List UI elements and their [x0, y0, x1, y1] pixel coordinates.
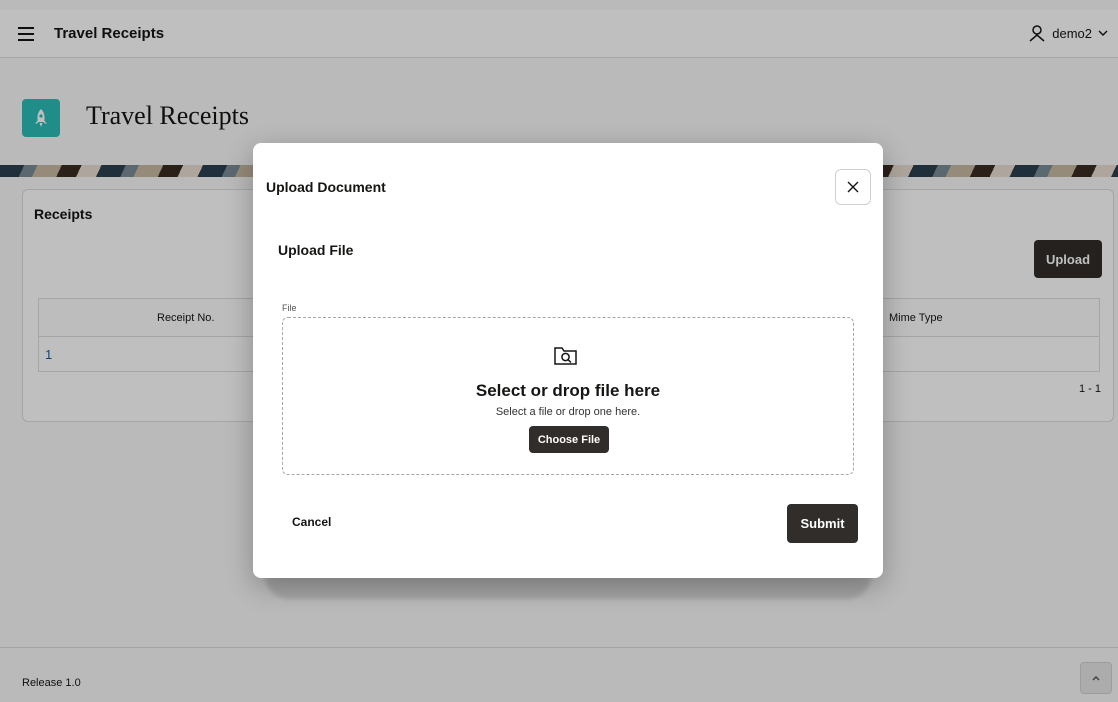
choose-file-button[interactable]: Choose File: [529, 426, 609, 453]
upload-document-dialog: Upload Document Upload File File Select …: [253, 143, 883, 578]
file-dropzone[interactable]: Select or drop file here Select a file o…: [282, 317, 854, 475]
submit-button[interactable]: Submit: [787, 504, 858, 543]
section-title: Upload File: [278, 242, 354, 258]
cancel-button[interactable]: Cancel: [280, 505, 343, 539]
dropzone-heading: Select or drop file here: [475, 381, 661, 400]
close-icon: [847, 181, 859, 193]
dropzone-subtext: Select a file or drop one here.: [495, 406, 641, 418]
dialog-title: Upload Document: [266, 179, 386, 195]
dialog-shadow: [265, 575, 871, 599]
close-button[interactable]: [835, 169, 871, 205]
folder-search-icon: [554, 347, 577, 365]
file-field-label: File: [282, 303, 297, 313]
